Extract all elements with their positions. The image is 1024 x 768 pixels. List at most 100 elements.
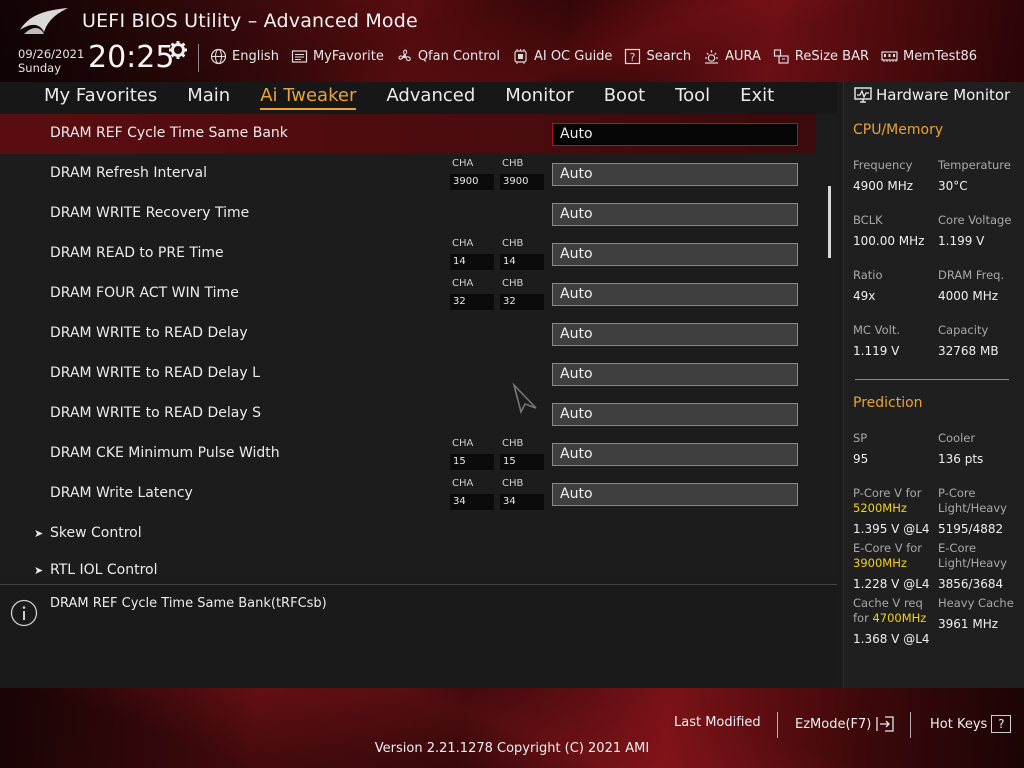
cha-label: CHA (452, 438, 474, 449)
stat-value: 136 pts (938, 452, 984, 466)
favorite-list-icon (291, 49, 308, 63)
setting-value-field[interactable]: Auto (552, 443, 798, 466)
chb-label: CHB (502, 478, 524, 489)
stat-ecore-light-heavy: E-Core Light/Heavy 3856/3684 (938, 541, 1023, 592)
stat-value: 5195/4882 (938, 522, 1004, 536)
stat-cooler: Cooler 136 pts (938, 431, 1023, 467)
toolbar-aioc[interactable]: AI OC Guide (512, 46, 612, 66)
cha-value: 15 (450, 454, 494, 470)
date-display: 09/26/2021 Sunday (18, 47, 84, 75)
ezmode-label: EzMode(F7) (795, 716, 872, 732)
globe-icon (210, 48, 227, 64)
hot-keys-button[interactable]: Hot Keys ? (930, 715, 1012, 733)
setting-row-ref-cycle-same-bank[interactable]: DRAM REF Cycle Time Same Bank Auto (0, 114, 816, 154)
toolbar-resizebar[interactable]: ReSize BAR (773, 46, 869, 66)
gear-icon[interactable] (168, 40, 188, 60)
toolbar-language[interactable]: English (210, 46, 279, 66)
tab-advanced[interactable]: Advanced (386, 84, 475, 110)
chb-readout: CHB 34 (500, 478, 544, 510)
setting-row-cke-min-pulse[interactable]: DRAM CKE Minimum Pulse Width CHA 15 CHB … (0, 434, 816, 474)
hardware-monitor-panel: Hardware Monitor CPU/Memory Frequency 49… (843, 82, 1024, 688)
stat-label: BCLK (853, 213, 883, 227)
tab-ai-tweaker[interactable]: Ai Tweaker (260, 84, 357, 110)
setting-row-write-to-read-l[interactable]: DRAM WRITE to READ Delay L Auto (0, 354, 816, 394)
stat-value: 4900 MHz (853, 179, 914, 193)
setting-row-four-act-win[interactable]: DRAM FOUR ACT WIN Time CHA 32 CHB 32 Aut… (0, 274, 816, 314)
header-separator (198, 44, 199, 72)
tab-my-favorites[interactable]: My Favorites (44, 84, 157, 110)
cha-label: CHA (452, 478, 474, 489)
list-scrollbar[interactable] (828, 186, 831, 258)
submenu-rtl-iol-control[interactable]: ➤ RTL IOL Control (34, 562, 158, 577)
memory-icon (881, 50, 898, 62)
setting-label: DRAM WRITE to READ Delay L (50, 365, 260, 381)
toolbar-myfavorite[interactable]: MyFavorite (291, 46, 384, 66)
setting-row-read-to-pre[interactable]: DRAM READ to PRE Time CHA 14 CHB 14 Auto (0, 234, 816, 274)
toolbar-memtest[interactable]: MemTest86 (881, 46, 977, 66)
tab-main[interactable]: Main (187, 84, 230, 110)
toolbar-aura[interactable]: AURA (703, 46, 761, 66)
setting-value-field[interactable]: Auto (552, 123, 798, 146)
stat-label: Temperature (938, 158, 1011, 172)
chb-readout: CHB 14 (500, 238, 544, 270)
submenu-skew-control[interactable]: ➤ Skew Control (34, 525, 142, 541)
toolbar-qfan[interactable]: Qfan Control (396, 46, 500, 66)
chb-label: CHB (502, 238, 524, 249)
setting-row-write-recovery[interactable]: DRAM WRITE Recovery Time Auto (0, 194, 816, 234)
last-modified-button[interactable]: Last Modified (674, 715, 761, 730)
setting-label: DRAM WRITE Recovery Time (50, 205, 250, 221)
stat-label: Frequency (853, 158, 913, 172)
stat-label: DRAM Freq. (938, 268, 1005, 282)
toolbar-resizebar-label: ReSize BAR (794, 48, 870, 64)
tab-monitor[interactable]: Monitor (505, 84, 573, 110)
stat-label: Ratio (853, 268, 883, 282)
setting-row-write-to-read-s[interactable]: DRAM WRITE to READ Delay S Auto (0, 394, 816, 434)
setting-row-write-latency[interactable]: DRAM Write Latency CHA 34 CHB 34 Auto (0, 474, 816, 514)
chb-value: 34 (500, 494, 544, 510)
setting-row-write-to-read[interactable]: DRAM WRITE to READ Delay Auto (0, 314, 816, 354)
toolbar-aura-label: AURA (725, 48, 761, 64)
chb-value: 32 (500, 294, 544, 310)
tab-exit[interactable]: Exit (740, 84, 774, 110)
setting-value-field[interactable]: Auto (552, 243, 798, 266)
tab-boot[interactable]: Boot (604, 84, 645, 110)
tab-tool[interactable]: Tool (675, 84, 710, 110)
stat-label: Cache V req (853, 596, 923, 610)
chb-value: 15 (500, 454, 544, 470)
monitor-icon (854, 87, 872, 103)
resize-bar-icon (773, 48, 789, 64)
clock: 20:25 (88, 40, 175, 75)
mouse-cursor-icon (512, 382, 537, 414)
chb-readout: CHB 32 (500, 278, 544, 310)
setting-value-field[interactable]: Auto (552, 483, 798, 506)
stat-frequency: Frequency 4900 MHz (853, 158, 938, 194)
setting-value-field[interactable]: Auto (552, 203, 798, 226)
setting-label: DRAM Refresh Interval (50, 165, 207, 181)
hot-keys-help-icon: ? (991, 715, 1012, 733)
toolbar-qfan-label: Qfan Control (417, 48, 500, 64)
setting-label: DRAM WRITE to READ Delay S (50, 405, 261, 421)
sidebar-divider (855, 379, 1009, 380)
stat-cache-v: Cache V req for 4700MHz 1.368 V @L4 (853, 596, 938, 647)
setting-row-refresh-interval[interactable]: DRAM Refresh Interval CHA 3900 CHB 3900 … (0, 154, 816, 194)
chb-value: 14 (500, 254, 544, 270)
cha-label: CHA (452, 278, 474, 289)
stat-label: P-Core Light/Heavy (938, 486, 1007, 515)
setting-value-field[interactable]: Auto (552, 363, 798, 386)
setting-value-field[interactable]: Auto (552, 283, 798, 306)
stat-freq-highlight: 3900MHz (853, 556, 907, 570)
setting-value-field[interactable]: Auto (552, 163, 798, 186)
submenu-arrow-icon: ➤ (34, 527, 44, 540)
chb-label: CHB (502, 438, 524, 449)
toolbar-search[interactable]: ? Search (624, 46, 691, 66)
setting-value-field[interactable]: Auto (552, 323, 798, 346)
cpu-memory-title: CPU/Memory (853, 122, 944, 138)
day-text: Sunday (18, 61, 62, 75)
cha-value: 14 (450, 254, 494, 270)
setting-label: DRAM Write Latency (50, 485, 193, 501)
ezmode-button[interactable]: EzMode(F7) (795, 715, 895, 733)
hardware-monitor-title: Hardware Monitor (854, 86, 1010, 104)
stat-value: 49x (853, 289, 876, 303)
cha-readout: CHA 15 (450, 438, 494, 470)
setting-value-field[interactable]: Auto (552, 403, 798, 426)
